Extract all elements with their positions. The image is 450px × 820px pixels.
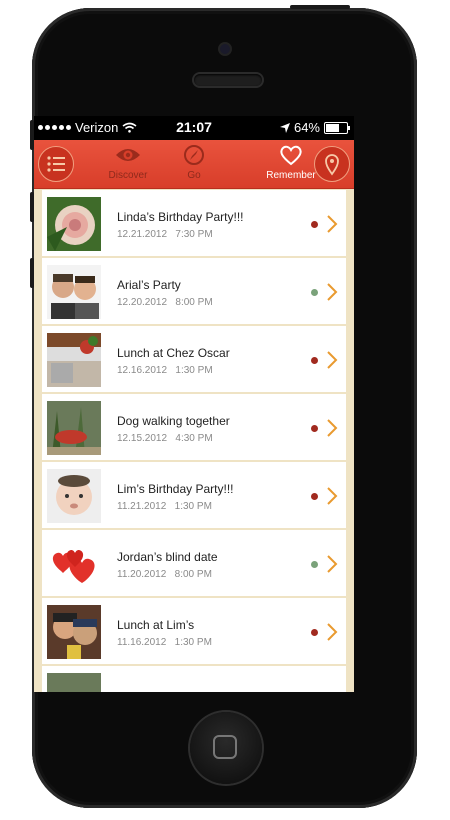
battery-percent: 64%: [293, 120, 320, 135]
earpiece-speaker: [194, 74, 262, 86]
event-date: 11.16.2012: [117, 637, 167, 648]
status-dot: [311, 221, 318, 228]
event-title: Lim’s Birthday Party!!!: [117, 482, 234, 496]
event-row[interactable]: Arial’s Party 12.20.2012 8:00 PM: [42, 258, 346, 326]
chevron-right-icon[interactable]: [326, 214, 338, 234]
location-arrow-icon: [279, 122, 290, 133]
status-dot: [311, 493, 318, 500]
event-datetime: 11.20.2012 8:00 PM: [117, 569, 212, 580]
tab-discover[interactable]: Discover: [104, 144, 152, 181]
status-dot: [311, 561, 318, 568]
eye-icon: [116, 149, 140, 161]
tab-go-label: Go: [187, 170, 201, 181]
event-datetime: 12.21.2012 7:30 PM: [117, 229, 213, 240]
event-title: Dog walking together: [117, 414, 230, 428]
event-datetime: 12.20.2012 8:00 PM: [117, 297, 213, 308]
event-date: 12.20.2012: [117, 297, 168, 308]
event-date: 11.20.2012: [117, 569, 167, 580]
chevron-right-icon[interactable]: [326, 554, 338, 574]
event-time: 8:00 PM: [175, 297, 213, 308]
event-list: Linda’s Birthday Party!!! 12.21.2012 7:3…: [42, 190, 346, 692]
event-date: 12.15.2012: [117, 433, 168, 444]
event-thumbnail: [47, 197, 101, 251]
front-camera: [220, 44, 230, 54]
battery-icon: [324, 121, 350, 134]
list-menu-icon: [47, 156, 65, 172]
event-time: 1:30 PM: [175, 365, 213, 376]
event-row[interactable]: Lim’s Birthday Party!!! 11.21.2012 1:30 …: [42, 462, 346, 530]
event-date: 11.21.2012: [117, 501, 167, 512]
nav-bar: Discover Go Remember: [34, 140, 354, 189]
event-thumbnail: [47, 537, 101, 591]
event-date: 12.21.2012: [117, 229, 168, 240]
event-title: Lunch at Lim’s: [117, 618, 195, 632]
heart-icon: [280, 145, 302, 166]
event-title: Lunch at Chez Oscar: [117, 346, 230, 360]
app-screen: Verizon 21:07 64% Discover Go Remember L…: [34, 116, 354, 692]
status-dot: [311, 629, 318, 636]
status-dot: [311, 357, 318, 364]
map-pin-icon: [325, 154, 339, 176]
event-title: Arial’s Party: [117, 278, 181, 292]
home-square-icon: [213, 735, 237, 759]
event-time: 8:00 PM: [174, 569, 212, 580]
sleep-button: [290, 5, 350, 9]
event-thumbnail: [47, 469, 101, 523]
event-row[interactable]: Lunch at Chez Oscar 12.16.2012 1:30 PM: [42, 326, 346, 394]
event-title: Jordan’s blind date: [117, 550, 218, 564]
chevron-right-icon[interactable]: [326, 418, 338, 438]
chevron-right-icon[interactable]: [326, 350, 338, 370]
chevron-right-icon[interactable]: [326, 282, 338, 302]
event-row[interactable]: Linda’s Birthday Party!!! 12.21.2012 7:3…: [42, 190, 346, 258]
event-datetime: 11.16.2012 1:30 PM: [117, 637, 212, 648]
event-row[interactable]: Jordan’s blind date 11.20.2012 8:00 PM: [42, 530, 346, 598]
chevron-right-icon[interactable]: [326, 486, 338, 506]
chevron-right-icon[interactable]: [326, 622, 338, 642]
event-thumbnail: [47, 673, 101, 692]
event-thumbnail: [47, 401, 101, 455]
tab-go[interactable]: Go: [169, 144, 219, 181]
event-time: 7:30 PM: [175, 229, 213, 240]
event-thumbnail: [47, 265, 101, 319]
event-row-partial[interactable]: [42, 666, 346, 692]
status-bar: Verizon 21:07 64%: [34, 116, 354, 140]
menu-button[interactable]: [38, 146, 74, 182]
event-title: Linda’s Birthday Party!!!: [117, 210, 244, 224]
event-datetime: 12.16.2012 1:30 PM: [117, 365, 213, 376]
status-dot: [311, 289, 318, 296]
battery-fill: [326, 123, 339, 132]
event-date: 12.16.2012: [117, 365, 168, 376]
status-dot: [311, 425, 318, 432]
event-datetime: 11.21.2012 1:30 PM: [117, 501, 212, 512]
event-row[interactable]: Lunch at Lim’s 11.16.2012 1:30 PM: [42, 598, 346, 666]
event-datetime: 12.15.2012 4:30 PM: [117, 433, 213, 444]
event-row[interactable]: Dog walking together 12.15.2012 4:30 PM: [42, 394, 346, 462]
home-button[interactable]: [190, 712, 262, 784]
compass-icon: [184, 145, 204, 165]
event-time: 1:30 PM: [174, 637, 212, 648]
event-thumbnail: [47, 605, 101, 659]
tab-discover-label: Discover: [108, 170, 148, 181]
event-time: 1:30 PM: [174, 501, 212, 512]
event-thumbnail: [47, 333, 101, 387]
event-time: 4:30 PM: [175, 433, 213, 444]
location-button[interactable]: [314, 146, 350, 182]
